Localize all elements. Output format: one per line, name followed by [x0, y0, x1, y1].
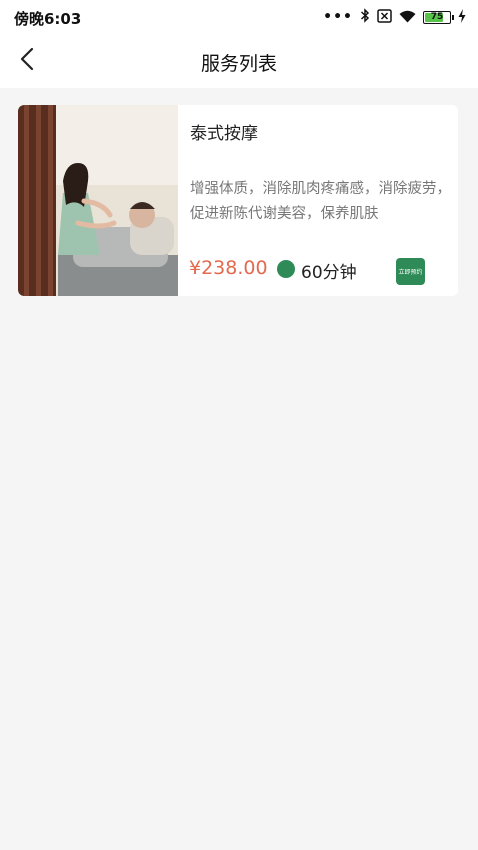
- sim-off-icon: [377, 8, 392, 27]
- status-time: 傍晚6:03: [14, 10, 82, 28]
- status-bar: 傍晚6:03 ••• 75: [0, 0, 478, 34]
- service-duration: 60分钟: [301, 263, 357, 283]
- bluetooth-icon: [360, 7, 370, 27]
- service-description: 增强体质，消除肌肉疼痛感，消除疲劳，促进新陈代谢美容，保养肌肤: [190, 181, 451, 222]
- charging-icon: [458, 8, 466, 27]
- service-price: ¥238.00: [189, 257, 268, 279]
- nav-bar: 服务列表: [0, 34, 478, 88]
- battery-icon: 75: [423, 10, 454, 24]
- wifi-icon: [399, 8, 416, 27]
- more-dots-icon: •••: [323, 9, 353, 25]
- battery-level: 75: [430, 11, 444, 22]
- service-name: 泰式按摩: [190, 124, 258, 144]
- clock-icon: [277, 260, 295, 278]
- book-now-button[interactable]: 立即预约: [396, 258, 425, 285]
- status-icons: ••• 75: [323, 7, 466, 27]
- service-image: [18, 105, 178, 296]
- service-card[interactable]: 泰式按摩 增强体质，消除肌肉疼痛感，消除疲劳，促进新陈代谢美容，保养肌肤 ¥23…: [18, 105, 458, 296]
- page-title: 服务列表: [200, 53, 277, 75]
